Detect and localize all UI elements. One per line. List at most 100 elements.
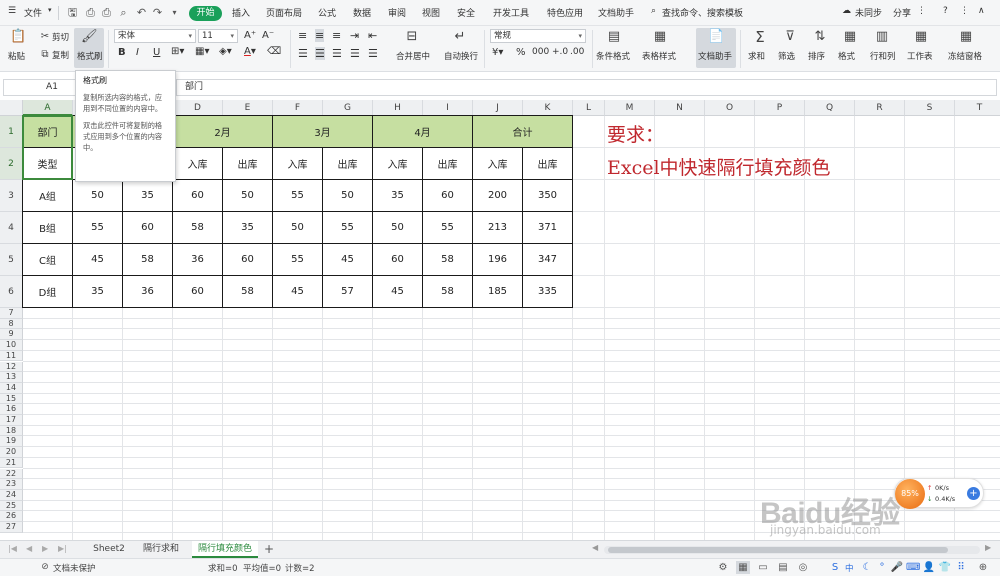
cell-value[interactable]: 60 <box>173 180 223 212</box>
file-menu[interactable]: 文件 <box>24 6 42 19</box>
tab-view[interactable]: 视图 <box>422 6 440 19</box>
cell-value[interactable]: 213 <box>473 212 523 244</box>
cell-sub-header[interactable]: 出库 <box>223 148 273 180</box>
row-header-18[interactable]: 18 <box>0 425 23 437</box>
tab-home[interactable]: 开始 <box>189 6 222 21</box>
justify-icon[interactable]: ☰ <box>350 47 360 60</box>
cell-value[interactable]: 45 <box>73 244 123 276</box>
plus-icon[interactable]: + <box>967 487 980 500</box>
number-format-select[interactable]: 常规 ▾ <box>490 29 586 43</box>
scroll-right-icon[interactable]: ▶ <box>985 543 991 552</box>
decrease-font-icon[interactable]: A⁻ <box>262 30 274 41</box>
cell-month-header[interactable]: 2月 <box>173 116 273 148</box>
row-header-21[interactable]: 21 <box>0 457 23 469</box>
cell-value[interactable]: 58 <box>223 276 273 308</box>
fill-color-icon[interactable]: ◈▾ <box>219 46 232 57</box>
cell-value[interactable]: 35 <box>123 180 173 212</box>
reading-mode-icon[interactable]: ◎ <box>796 561 810 574</box>
border-icon[interactable]: ⊞▾ <box>171 46 184 57</box>
cell-value[interactable]: 60 <box>223 244 273 276</box>
document-icon[interactable]: 📄 <box>708 29 724 45</box>
filter-button[interactable]: 筛选 <box>778 50 795 62</box>
cell-value[interactable]: 347 <box>523 244 573 276</box>
column-header-q[interactable]: Q <box>805 100 855 116</box>
row-header-19[interactable]: 19 <box>0 436 23 448</box>
select-all-corner[interactable] <box>0 100 23 116</box>
ime-mode[interactable]: 中 <box>845 562 854 574</box>
cell-value[interactable]: 335 <box>523 276 573 308</box>
format-icon[interactable]: ▦ <box>842 29 858 45</box>
cell-value[interactable]: 55 <box>73 212 123 244</box>
cell-value[interactable]: 50 <box>73 180 123 212</box>
column-header-h[interactable]: H <box>373 100 423 116</box>
row-header-24[interactable]: 24 <box>0 489 23 501</box>
cell-sub-header[interactable]: 入库 <box>173 148 223 180</box>
column-header-m[interactable]: M <box>605 100 655 116</box>
freeze-panes-button[interactable]: 冻结窗格 <box>948 50 982 62</box>
italic-button[interactable]: I <box>136 47 139 58</box>
cell-value[interactable]: 350 <box>523 180 573 212</box>
tab-doc-assistant[interactable]: 文档助手 <box>598 6 634 19</box>
column-header-k[interactable]: K <box>523 100 573 116</box>
chevron-down-icon[interactable]: ▾ <box>48 6 52 14</box>
tab-insert[interactable]: 插入 <box>232 6 250 19</box>
redo-icon[interactable]: ↷ <box>151 6 164 19</box>
cell-value[interactable]: 60 <box>123 212 173 244</box>
cell-group[interactable]: C组 <box>23 244 73 276</box>
sort-icon[interactable]: ⇅ <box>812 29 828 45</box>
merge-center-button[interactable]: 合并居中 <box>396 50 430 62</box>
format-button[interactable]: 格式 <box>838 50 855 62</box>
cell-value[interactable]: 45 <box>273 276 323 308</box>
wrap-icon[interactable]: ↵ <box>452 29 468 45</box>
preview-icon[interactable]: ⌕ <box>117 6 130 19</box>
row-col-button[interactable]: 行和列 <box>870 50 896 62</box>
cell-value[interactable]: 371 <box>523 212 573 244</box>
paste-icon[interactable]: 📋 <box>10 29 26 45</box>
collapse-icon[interactable]: ∧ <box>978 6 985 16</box>
cell-value[interactable]: 60 <box>423 180 473 212</box>
thousands-icon[interactable]: 000 <box>532 47 549 57</box>
font-size-select[interactable]: 11 ▾ <box>198 29 238 43</box>
row-header-27[interactable]: 27 <box>0 522 23 533</box>
row-header-11[interactable]: 11 <box>0 350 23 362</box>
sum-button[interactable]: 求和 <box>748 50 765 62</box>
sort-button[interactable]: 排序 <box>808 50 825 62</box>
column-header-f[interactable]: F <box>273 100 323 116</box>
view-icon[interactable]: ⚙ <box>716 561 730 574</box>
row-header-13[interactable]: 13 <box>0 372 23 383</box>
row-header-20[interactable]: 20 <box>0 447 23 458</box>
column-header-o[interactable]: O <box>705 100 755 116</box>
wrap-text-button[interactable]: 自动换行 <box>444 50 478 62</box>
shirt-icon[interactable]: 👕 <box>938 561 952 574</box>
row-header-3[interactable]: 3 <box>0 180 23 212</box>
cell-value[interactable]: 45 <box>323 244 373 276</box>
cell-value[interactable]: 45 <box>373 276 423 308</box>
worksheet-button[interactable]: 工作表 <box>907 50 933 62</box>
cell-value[interactable]: 58 <box>423 244 473 276</box>
align-right-icon[interactable]: ☰ <box>332 47 342 60</box>
outdent-icon[interactable]: ⇤ <box>368 29 377 42</box>
row-header-25[interactable]: 25 <box>0 500 23 512</box>
save-icon[interactable]: 🖫 <box>66 6 79 19</box>
tab-formulas[interactable]: 公式 <box>318 6 336 19</box>
paste-button[interactable]: 粘贴 <box>8 50 25 62</box>
cell-value[interactable]: 55 <box>423 212 473 244</box>
row-header-16[interactable]: 16 <box>0 404 23 415</box>
cell-group[interactable]: D组 <box>23 276 73 308</box>
cell-value[interactable]: 55 <box>273 180 323 212</box>
row-header-17[interactable]: 17 <box>0 415 23 426</box>
cell-value[interactable]: 196 <box>473 244 523 276</box>
tab-special[interactable]: 特色应用 <box>547 6 583 19</box>
align-bottom-icon[interactable]: ≡ <box>332 29 341 42</box>
column-header-j[interactable]: J <box>473 100 523 116</box>
cell-value[interactable]: 55 <box>323 212 373 244</box>
keyboard-icon[interactable]: ⌨ <box>906 561 920 574</box>
sheet-tab-alternate-sum[interactable]: 隔行求和 <box>136 541 186 558</box>
copy-icon[interactable]: ⧉ <box>39 47 51 63</box>
tab-page-layout[interactable]: 页面布局 <box>266 6 302 19</box>
formula-input[interactable]: 部门 <box>176 79 997 96</box>
distributed-icon[interactable]: ☰ <box>368 47 378 60</box>
merge-icon[interactable]: ⊟ <box>404 29 420 45</box>
cell-sub-header[interactable]: 出库 <box>523 148 573 180</box>
column-header-g[interactable]: G <box>323 100 373 116</box>
